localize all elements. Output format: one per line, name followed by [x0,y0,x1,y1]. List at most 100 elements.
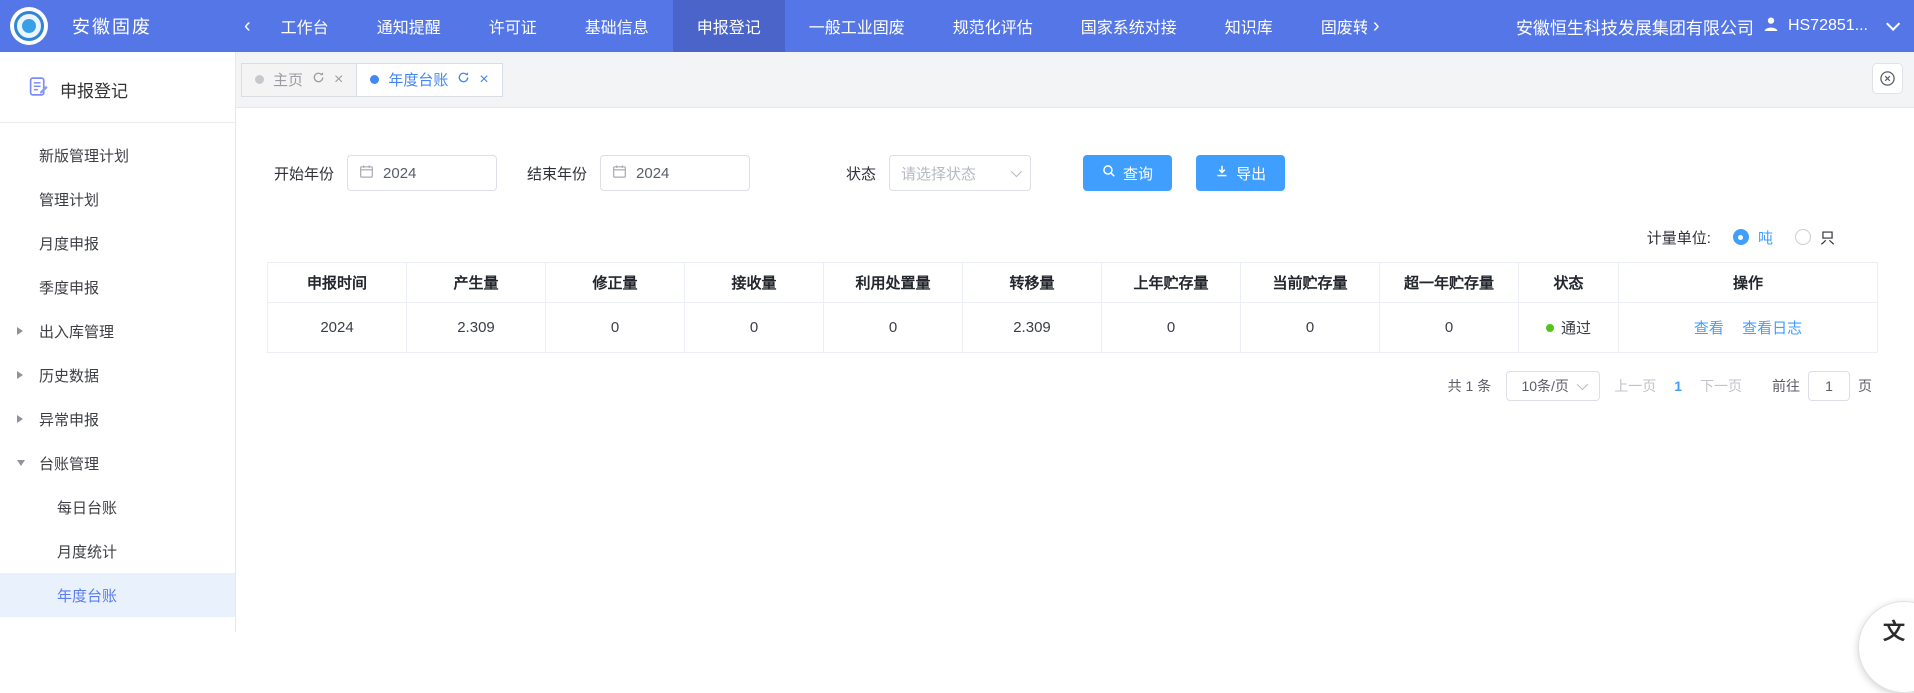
tab-home[interactable]: 主页 × [241,63,357,97]
calendar-icon [359,164,374,183]
sidebar-item-daily-ledger[interactable]: 每日台账 [0,485,235,529]
tab-annual-ledger[interactable]: 年度台账 × [356,63,502,97]
tab-label: 年度台账 [388,69,448,90]
page-size-select[interactable]: 10条/页 [1506,371,1600,401]
navbar-right: 安徽恒生科技发展集团有限公司 HS72851... [1516,14,1914,39]
tab-label: 主页 [273,69,303,90]
expand-arrow-icon [17,460,25,466]
start-year-input[interactable]: 2024 [347,155,497,191]
refresh-icon[interactable] [457,71,470,88]
nav-item-knowledge-base[interactable]: 知识库 [1201,0,1297,52]
sidebar-item-label: 历史数据 [39,365,99,386]
status-badge: 通过 [1561,317,1591,338]
sidebar-item-new-management-plan[interactable]: 新版管理计划 [0,133,235,177]
sidebar-item-history-data[interactable]: 历史数据 [0,353,235,397]
view-log-link[interactable]: 查看日志 [1742,320,1802,337]
col-prev-year-storage: 上年贮存量 [1102,263,1241,303]
sidebar-item-ledger-management[interactable]: 台账管理 [0,441,235,485]
nav-scroll-left-icon[interactable]: ‹ [238,16,257,36]
close-icon[interactable]: × [479,72,488,88]
cell-status: 通过 [1519,303,1619,353]
search-icon [1102,164,1116,182]
end-year-input[interactable]: 2024 [600,155,750,191]
export-button[interactable]: 导出 [1196,155,1285,191]
goto-label: 前往 [1772,376,1800,396]
chevron-down-icon[interactable] [1886,17,1900,31]
nav-item-standard-evaluation[interactable]: 规范化评估 [929,0,1057,52]
sidebar-header: 申报登记 [0,52,235,123]
col-actions: 操作 [1619,263,1878,303]
nav-item-license[interactable]: 许可证 [465,0,561,52]
export-button-label: 导出 [1236,163,1266,184]
refresh-icon[interactable] [312,71,325,88]
sidebar-menu: 新版管理计划 管理计划 月度申报 季度申报 出入库管理 历史数据 异常申报 台账… [0,123,235,617]
tab-dot-icon [255,75,264,84]
sidebar-item-label: 台账管理 [39,453,99,474]
nav-item-workbench[interactable]: 工作台 [257,0,353,52]
radio-ton-label[interactable]: 吨 [1758,227,1773,248]
nav-item-general-industrial-waste[interactable]: 一般工业固废 [785,0,929,52]
page-number-1[interactable]: 1 [1674,378,1682,394]
tab-strip: 主页 × 年度台账 × [236,52,1914,108]
circle-close-icon [1879,70,1896,87]
collapse-arrow-icon [17,415,23,423]
filter-bar: 开始年份 2024 结束年份 2024 状态 请选择状态 查询 [274,155,1914,191]
calendar-icon [612,164,627,183]
cell-prev-year-storage: 0 [1102,303,1241,353]
app-logo [10,7,48,45]
end-year-label: 结束年份 [527,163,587,184]
goto-page-input[interactable]: 1 [1808,371,1850,401]
pagination: 共 1 条 10条/页 上一页 1 下一页 前往 1 页 [236,370,1872,402]
col-over-one-year-storage: 超一年贮存量 [1380,263,1519,303]
prev-page-button[interactable]: 上一页 [1614,376,1656,396]
radio-ton[interactable] [1733,229,1749,245]
nav-item-notifications[interactable]: 通知提醒 [353,0,465,52]
download-icon [1215,164,1229,182]
end-year-value: 2024 [636,165,669,182]
start-year-value: 2024 [383,165,416,182]
col-utilized-disposed: 利用处置量 [824,263,963,303]
nav-menu: 工作台 通知提醒 许可证 基础信息 申报登记 一般工业固废 规范化评估 国家系统… [257,0,1367,52]
search-button[interactable]: 查询 [1083,155,1172,191]
cell-current-storage: 0 [1241,303,1380,353]
top-navbar: 安徽固废 ‹ 工作台 通知提醒 许可证 基础信息 申报登记 一般工业固废 规范化… [0,0,1914,52]
close-all-tabs-button[interactable] [1872,63,1903,94]
status-placeholder: 请选择状态 [901,163,976,184]
nav-item-basic-info[interactable]: 基础信息 [561,0,673,52]
view-link[interactable]: 查看 [1694,320,1724,337]
sidebar-item-monthly-stats[interactable]: 月度统计 [0,529,235,573]
total-count: 共 1 条 [1448,376,1492,396]
sidebar-item-inout-management[interactable]: 出入库管理 [0,309,235,353]
chevron-down-icon [1011,166,1022,177]
nav-item-waste-transfer[interactable]: 固废转 [1297,0,1367,52]
cell-received: 0 [685,303,824,353]
cell-transferred: 2.309 [963,303,1102,353]
table-row: 2024 2.309 0 0 0 2.309 0 0 0 通过 查看 查看日志 [268,303,1878,353]
unit-selector: 计量单位: 吨 只 [236,225,1835,249]
sidebar-item-abnormal-declaration[interactable]: 异常申报 [0,397,235,441]
unit-label: 计量单位: [1647,227,1711,248]
col-corrected: 修正量 [546,263,685,303]
chevron-down-icon [1577,379,1588,390]
close-icon[interactable]: × [334,72,343,88]
sidebar-item-annual-ledger[interactable]: 年度台账 [0,573,235,617]
start-year-label: 开始年份 [274,163,334,184]
status-select[interactable]: 请选择状态 [889,155,1031,191]
next-page-button[interactable]: 下一页 [1700,376,1742,396]
sidebar-item-quarterly-declaration[interactable]: 季度申报 [0,265,235,309]
sidebar: 申报登记 新版管理计划 管理计划 月度申报 季度申报 出入库管理 历史数据 异常… [0,52,236,632]
collapse-arrow-icon [17,327,23,335]
nav-item-declaration[interactable]: 申报登记 [673,0,785,52]
sidebar-item-monthly-declaration[interactable]: 月度申报 [0,221,235,265]
radio-piece-label[interactable]: 只 [1820,227,1835,248]
nav-scroll-right-icon[interactable]: › [1367,16,1386,36]
app-title: 安徽固废 [72,13,152,39]
annual-ledger-table: 申报时间 产生量 修正量 接收量 利用处置量 转移量 上年贮存量 当前贮存量 超… [267,262,1878,353]
sidebar-title: 申报登记 [60,77,128,102]
translate-icon: 文 [1883,614,1905,646]
sidebar-item-management-plan[interactable]: 管理计划 [0,177,235,221]
col-received: 接收量 [685,263,824,303]
radio-piece[interactable] [1795,229,1811,245]
nav-item-national-system[interactable]: 国家系统对接 [1057,0,1201,52]
user-id[interactable]: HS72851... [1788,17,1868,35]
